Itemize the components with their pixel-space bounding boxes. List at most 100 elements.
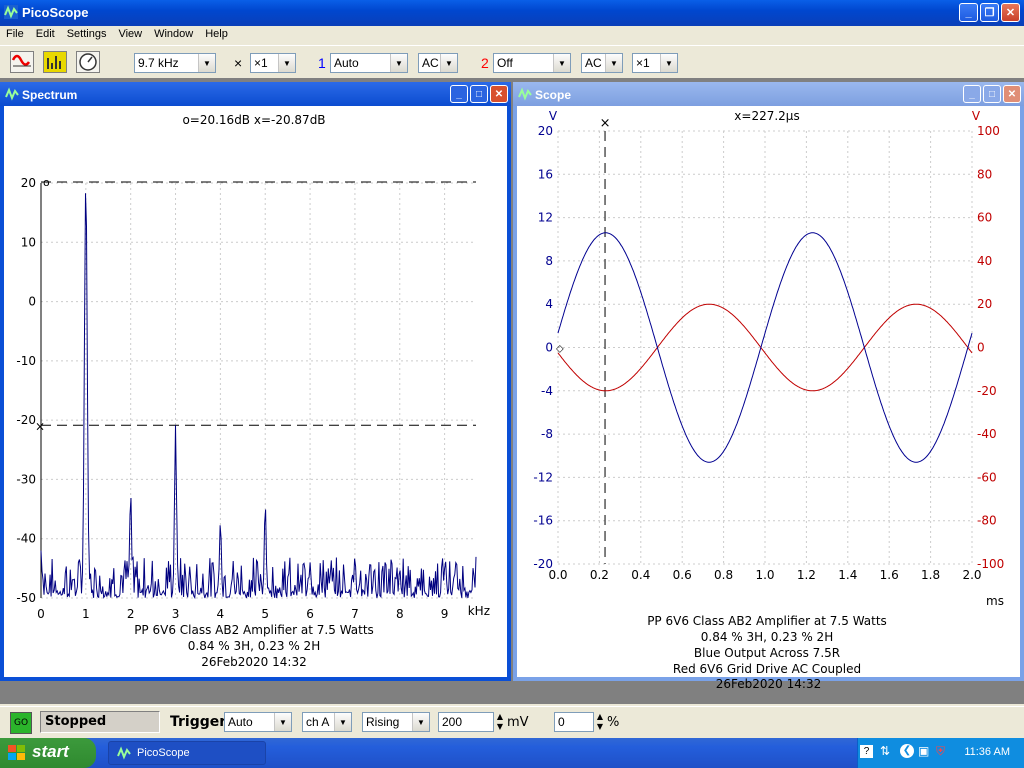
scope-x-unit: ms (986, 594, 1004, 608)
scope-left-y-tick: 4 (545, 297, 553, 311)
spectrum-y-tick: 10 (21, 235, 36, 249)
scope-cursor-readout: x=227.2µs (734, 109, 799, 123)
scope-x-tick: 1.4 (838, 568, 857, 582)
scope-chart[interactable]: x=227.2µs V V 201612840-4-8-12-16-20 100… (517, 106, 1020, 677)
spectrum-x-tick: 4 (217, 607, 225, 621)
threshold-spinner[interactable]: ▲ ▼ (494, 712, 506, 732)
channel-1-coupling-select[interactable]: AC ▼ (418, 53, 458, 73)
spectrum-close-button[interactable]: ✕ (490, 85, 508, 103)
spectrum-y-tick: -20 (16, 413, 36, 427)
scope-trigger-marker: ◇ (556, 344, 564, 355)
restore-button[interactable]: ❐ (980, 3, 999, 22)
scope-minimize-button[interactable]: _ (963, 85, 981, 103)
chevron-down-icon: ▼ (198, 54, 215, 72)
scope-close-button[interactable]: ✕ (1003, 85, 1021, 103)
channel-2-range-select[interactable]: Off ▼ (493, 53, 571, 73)
chevron-down-icon: ▼ (390, 54, 407, 72)
spectrum-chart[interactable]: o=20.16dB x=-20.87dB 20100-10-20-30-40-5… (4, 106, 507, 677)
scope-right-y-tick: 40 (977, 254, 992, 268)
delay-spinner[interactable]: ▲ ▼ (594, 712, 606, 732)
meter-view-button[interactable] (76, 51, 100, 73)
picoscope-logo-icon (4, 5, 18, 19)
close-button[interactable]: ✕ (1001, 3, 1020, 22)
chevron-down-icon: ▼ (440, 54, 457, 72)
help-icon[interactable]: ? (860, 745, 873, 758)
menu-window[interactable]: Window (148, 26, 199, 44)
scope-cursor-x-marker: × (600, 116, 611, 131)
meter-dial-icon (79, 53, 97, 71)
menu-file[interactable]: File (0, 26, 30, 44)
scope-view-button[interactable] (10, 51, 34, 73)
spectrum-title: Spectrum (22, 88, 78, 102)
threshold-input[interactable]: 200 (438, 712, 494, 732)
scope-x-tick: 0.0 (548, 568, 567, 582)
spectrum-cursor-x-marker: × (35, 419, 45, 433)
chevron-down-icon: ▼ (605, 54, 622, 72)
scope-right-y-tick: -40 (977, 427, 997, 441)
channel-1-range-select[interactable]: Auto ▼ (330, 53, 408, 73)
monitor-icon[interactable]: ▣ (918, 744, 929, 758)
spectrum-x-tick: 8 (396, 607, 404, 621)
zoom-select[interactable]: ×1 ▼ (250, 53, 296, 73)
network-icon[interactable]: ⇅ (880, 744, 890, 758)
channel-2-coupling-select[interactable]: AC ▼ (581, 53, 623, 73)
spectrum-caption-line-1: PP 6V6 Class AB2 Amplifier at 7.5 Watts (134, 623, 374, 637)
spectrum-y-tick: 0 (28, 295, 36, 309)
delay-input[interactable]: 0 (554, 712, 594, 732)
start-button[interactable]: start (0, 738, 96, 768)
spectrum-x-tick: 9 (441, 607, 449, 621)
scope-x-tick: 1.2 (797, 568, 816, 582)
trigger-channel-select[interactable]: ch A ▼ (302, 712, 352, 732)
taskbar: start PicoScope ? ⇅ ❮ ▣ ⛨ 11:36 AM (0, 738, 1024, 768)
scope-x-tick: 2.0 (962, 568, 981, 582)
spectrum-maximize-button[interactable]: □ (470, 85, 488, 103)
system-tray: ? ⇅ ❮ ▣ ⛨ 11:36 AM (857, 738, 1024, 768)
status-bar: GO Stopped Trigger Auto ▼ ch A ▼ Rising … (0, 706, 1024, 739)
spectrum-view-button[interactable] (43, 51, 67, 73)
scope-plot-area: x=227.2µs V V 20 16 12 8 4 0 -4 -8 -12 -16 -20 100… (517, 106, 1020, 691)
spectrum-minimize-button[interactable]: _ (450, 85, 468, 103)
scope-right-y-tick: 0 (977, 341, 985, 355)
chevron-left-icon[interactable]: ❮ (900, 744, 914, 758)
spectrum-title-bar: Spectrum _ □ ✕ (0, 82, 511, 106)
spectrum-trace (40, 193, 477, 600)
menu-help[interactable]: Help (199, 26, 234, 44)
span-select[interactable]: 9.7 kHz ▼ (134, 53, 216, 73)
spectrum-y-tick: -30 (16, 472, 36, 486)
scope-left-y-tick: 8 (545, 254, 553, 268)
app-title: PicoScope (22, 5, 89, 20)
taskbar-item-picoscope[interactable]: PicoScope (108, 741, 266, 765)
trigger-edge-select[interactable]: Rising ▼ (362, 712, 430, 732)
security-shield-icon[interactable]: ⛨ (936, 744, 945, 759)
scope-caption-line-2: 0.84 % 3H, 0.23 % 2H (701, 630, 833, 644)
scope-caption-line-5: 26Feb2020 14:32 (715, 677, 822, 691)
scope-x-tick: 0.6 (673, 568, 692, 582)
picoscope-logo-icon (518, 87, 532, 101)
go-label: GO (13, 718, 29, 728)
scope-left-y-tick: 16 (538, 167, 553, 181)
spectrum-x-unit: kHz (468, 604, 490, 618)
menu-edit[interactable]: Edit (30, 26, 61, 44)
trigger-label: Trigger (170, 714, 227, 730)
app-title-bar: PicoScope _ ❐ ✕ (0, 0, 1024, 26)
scope-left-y-tick: 20 (538, 124, 553, 138)
chevron-down-icon: ▼ (274, 713, 291, 731)
minimize-button[interactable]: _ (959, 3, 978, 22)
chevron-down-icon: ▼ (278, 54, 295, 72)
scope-maximize-button[interactable]: □ (983, 85, 1001, 103)
channel-2-zoom-select[interactable]: ×1 ▼ (632, 53, 678, 73)
menu-settings[interactable]: Settings (61, 26, 113, 44)
menu-view[interactable]: View (112, 26, 148, 44)
go-button[interactable]: GO (10, 712, 32, 734)
chevron-down-icon: ▼ (334, 713, 351, 731)
scope-right-y-tick: 60 (977, 211, 992, 225)
spectrum-cursor-o-marker: o (43, 176, 50, 189)
scope-window: Scope _ □ ✕ x=227.2µs V V 20 16 12 8 4 0 -4 -8-… (513, 82, 1024, 691)
trigger-mode-select[interactable]: Auto ▼ (224, 712, 292, 732)
chevron-down-icon: ▼ (553, 54, 570, 72)
channel-2-label: 2 (481, 55, 489, 71)
start-label: start (32, 742, 69, 761)
menu-bar: File Edit Settings View Window Help (0, 26, 1024, 44)
scope-x-tick: 0.4 (631, 568, 650, 582)
spectrum-x-tick: 6 (306, 607, 314, 621)
